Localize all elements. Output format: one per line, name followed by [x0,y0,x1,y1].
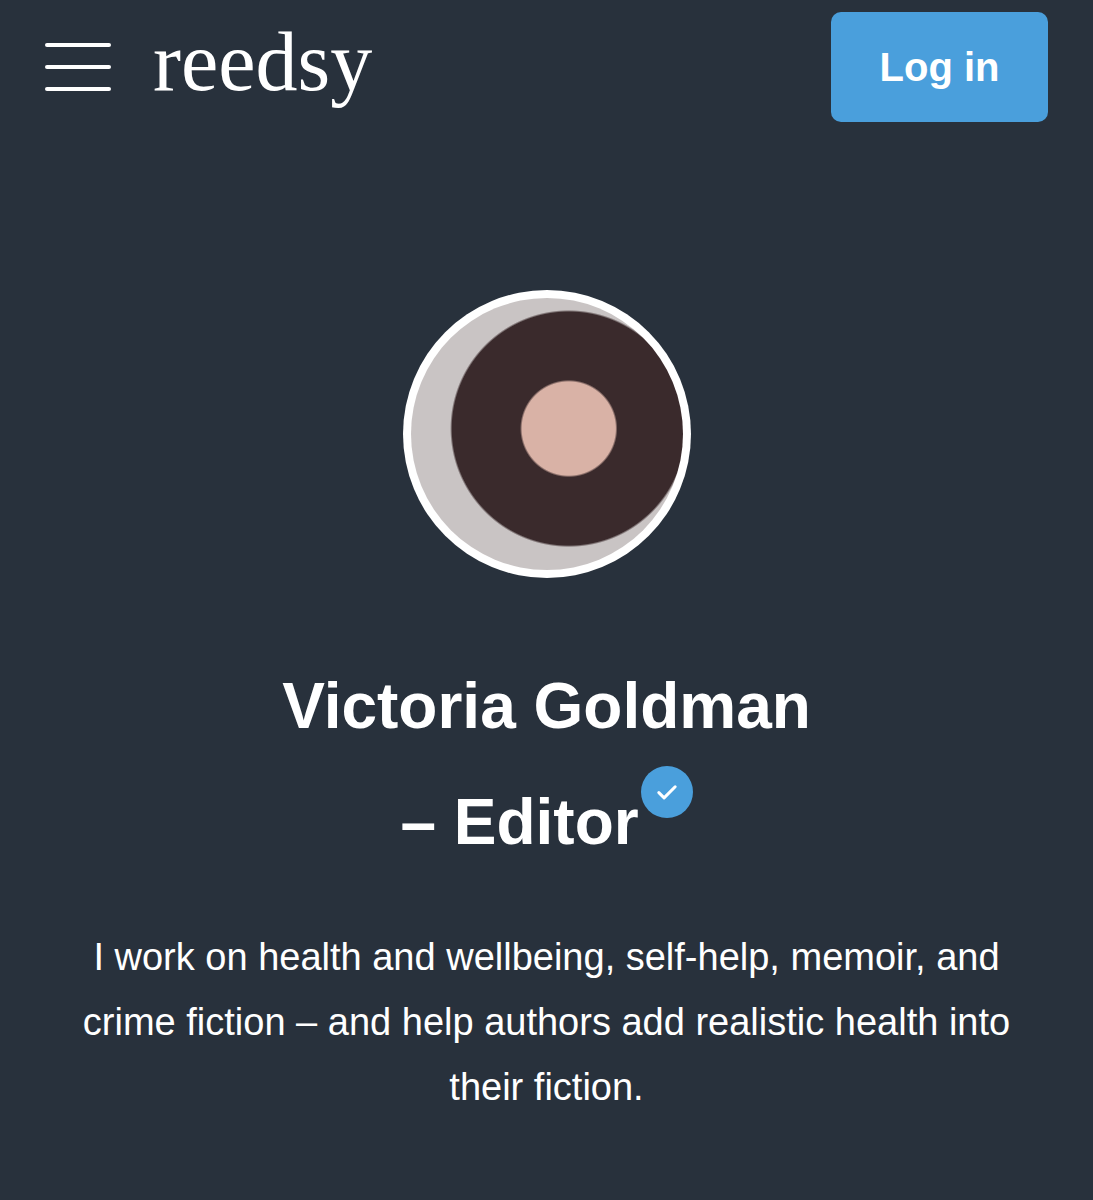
avatar [403,290,691,578]
brand: reedsy [45,30,372,104]
avatar-photo [411,298,683,570]
profile-role: – Editor [282,764,811,880]
verified-check-icon [641,766,693,818]
profile-page: reedsy Log in Victoria Goldman– Editor I wo… [0,0,1093,1200]
profile: Victoria Goldman– Editor I work on health… [0,122,1093,1160]
profile-bio: I work on health and wellbeing, self-hel… [77,925,1017,1120]
logo[interactable]: reedsy [153,20,372,104]
menu-icon[interactable] [45,43,111,91]
top-bar: reedsy Log in [0,0,1093,122]
profile-name: Victoria Goldman [282,648,811,764]
login-button[interactable]: Log in [831,12,1048,122]
profile-title: Victoria Goldman– Editor [282,648,811,880]
